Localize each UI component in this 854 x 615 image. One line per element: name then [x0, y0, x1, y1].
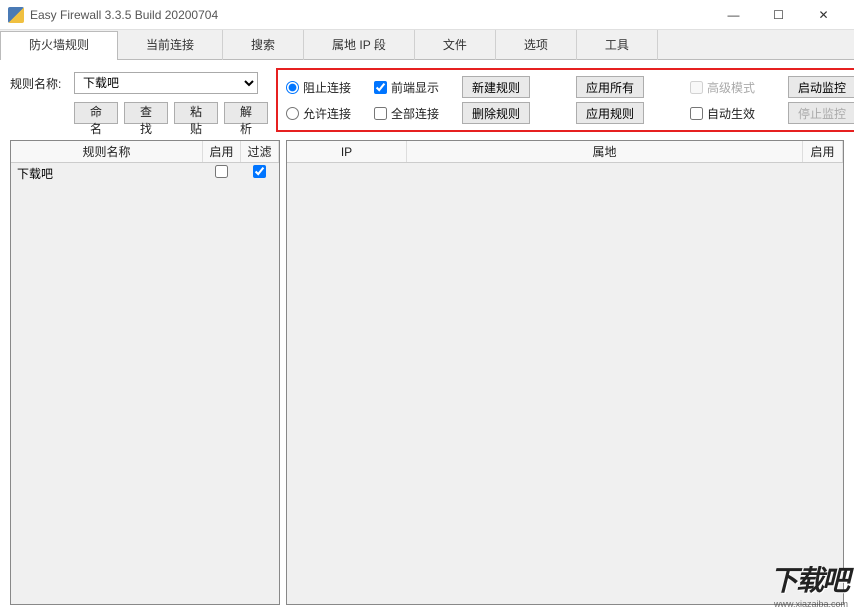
checkbox-all-connections[interactable]: 全部连接: [374, 105, 452, 122]
apply-rule-button[interactable]: 应用规则: [576, 102, 644, 124]
titlebar: Easy Firewall 3.3.5 Build 20200704 — ☐ ✕: [0, 0, 854, 30]
col-ip[interactable]: IP: [287, 141, 407, 162]
ip-list-body[interactable]: [287, 163, 843, 604]
table-row[interactable]: 下载吧: [11, 163, 279, 183]
tab-location-ip[interactable]: 属地 IP 段: [304, 30, 415, 60]
col-ip-enable[interactable]: 启用: [803, 141, 843, 162]
col-enable[interactable]: 启用: [203, 141, 241, 162]
tab-bar: 防火墙规则 当前连接 搜索 属地 IP 段 文件 选项 工具: [0, 30, 854, 60]
find-button[interactable]: 查找: [124, 102, 168, 124]
apply-all-button[interactable]: 应用所有: [576, 76, 644, 98]
rule-name-label: 规则名称:: [10, 75, 68, 92]
tab-search[interactable]: 搜索: [223, 30, 304, 60]
delete-rule-button[interactable]: 删除规则: [462, 102, 530, 124]
checkbox-advanced-mode: 高级模式: [690, 79, 768, 96]
window-title: Easy Firewall 3.3.5 Build 20200704: [30, 8, 711, 22]
col-location[interactable]: 属地: [407, 141, 803, 162]
tab-tools[interactable]: 工具: [577, 30, 658, 60]
chk-front-display-input[interactable]: [374, 81, 387, 94]
tab-file[interactable]: 文件: [415, 30, 496, 60]
minimize-button[interactable]: —: [711, 0, 756, 30]
rules-list-panel: 规则名称 启用 过滤 下载吧: [10, 140, 280, 605]
new-rule-button[interactable]: 新建规则: [462, 76, 530, 98]
rename-button[interactable]: 命名: [74, 102, 118, 124]
checkbox-front-display[interactable]: 前端显示: [374, 79, 452, 96]
options-box: 阻止连接 前端显示 新建规则 应用所有 高级模式 启动监控: [276, 68, 854, 132]
radio-block-input[interactable]: [286, 81, 299, 94]
checkbox-auto-effect[interactable]: 自动生效: [690, 105, 768, 122]
close-button[interactable]: ✕: [801, 0, 846, 30]
radio-allow-connection[interactable]: 允许连接: [286, 105, 364, 122]
col-rule-name[interactable]: 规则名称: [11, 141, 203, 162]
ip-list-header: IP 属地 启用: [287, 141, 843, 163]
radio-block-connection[interactable]: 阻止连接: [286, 79, 364, 96]
chk-all-connect-input[interactable]: [374, 107, 387, 120]
paste-button[interactable]: 粘贴: [174, 102, 218, 124]
rule-name-select[interactable]: 下载吧: [74, 72, 258, 94]
rules-list-header: 规则名称 启用 过滤: [11, 141, 279, 163]
maximize-button[interactable]: ☐: [756, 0, 801, 30]
cell-rule-name: 下载吧: [11, 165, 203, 182]
parse-button[interactable]: 解析: [224, 102, 268, 124]
chk-auto-effect-input[interactable]: [690, 107, 703, 120]
chk-advanced-input: [690, 81, 703, 94]
row-filter-checkbox[interactable]: [253, 165, 266, 178]
app-icon: [8, 7, 24, 23]
start-monitor-button[interactable]: 启动监控: [788, 76, 854, 98]
panels-area: 规则名称 启用 过滤 下载吧 IP 属地 启用: [0, 140, 854, 615]
ip-list-panel: IP 属地 启用: [286, 140, 844, 605]
rules-list-body[interactable]: 下载吧: [11, 163, 279, 604]
tab-firewall-rules[interactable]: 防火墙规则: [0, 31, 118, 60]
stop-monitor-button: 停止监控: [788, 102, 854, 124]
row-enable-checkbox[interactable]: [215, 165, 228, 178]
controls-area: 规则名称: 下载吧 命名 查找 粘贴 解析 阻止连接 前端显示: [0, 60, 854, 140]
tab-current-connections[interactable]: 当前连接: [118, 30, 223, 60]
radio-allow-input[interactable]: [286, 107, 299, 120]
tab-options[interactable]: 选项: [496, 30, 577, 60]
col-filter[interactable]: 过滤: [241, 141, 279, 162]
